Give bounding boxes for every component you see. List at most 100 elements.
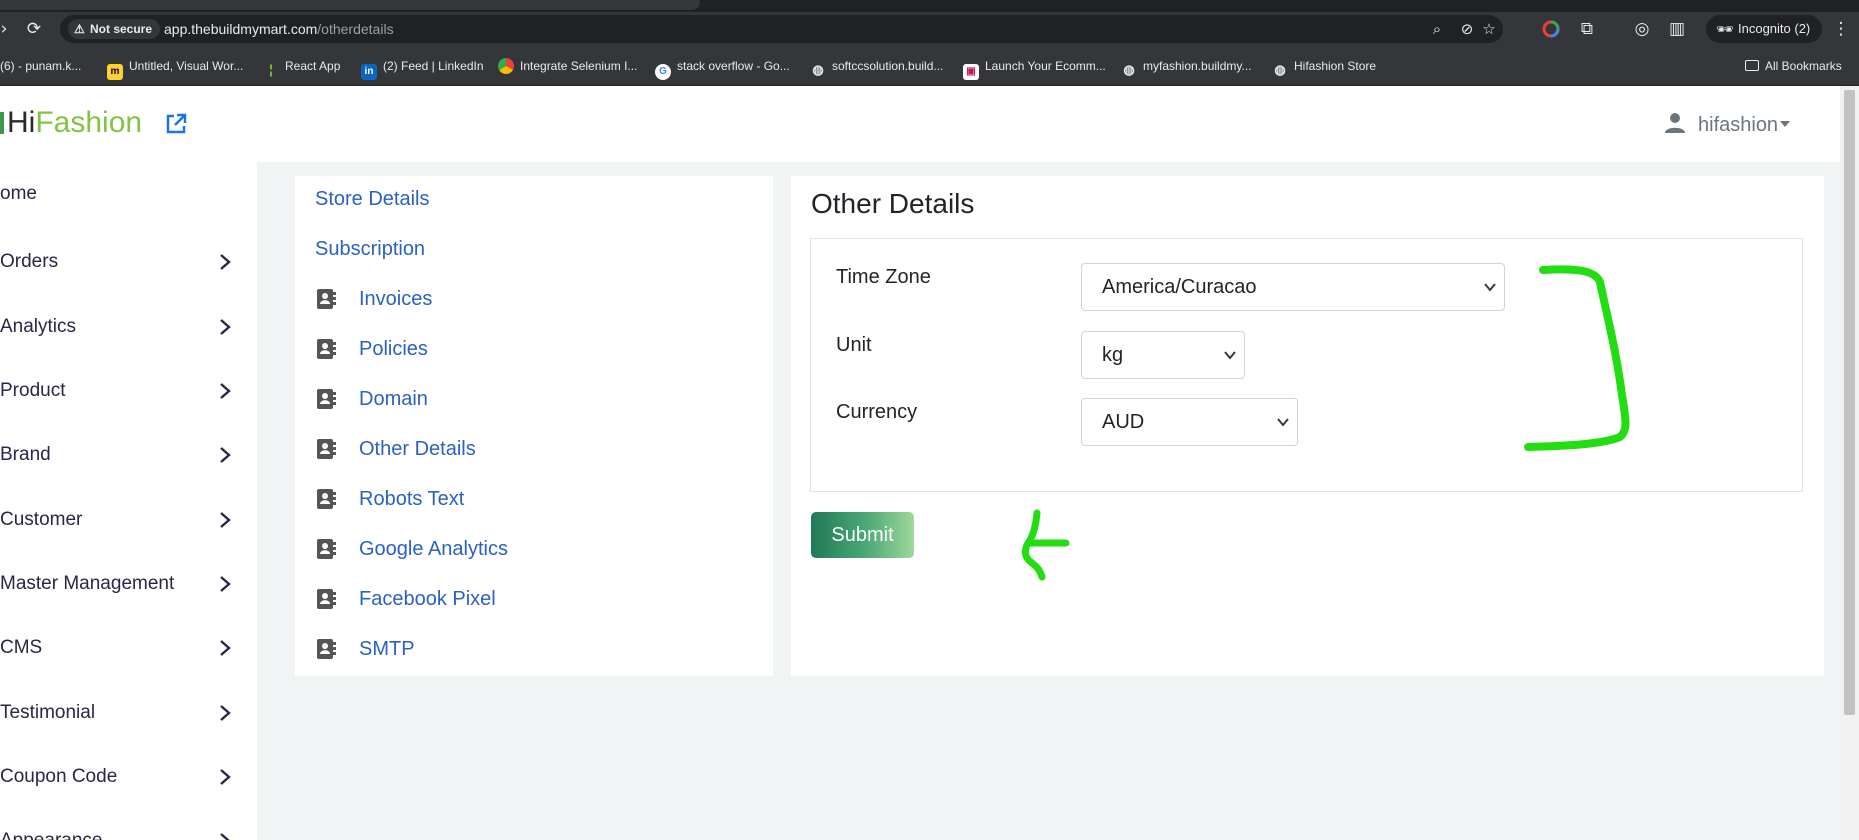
browser-active-tab[interactable] <box>0 0 700 10</box>
bookmark-item[interactable]: ◍ softccsolution.build... <box>810 46 943 86</box>
user-menu-toggle[interactable]: hifashion <box>1664 112 1791 138</box>
bookmark-label: React App <box>285 59 341 73</box>
nav-link-label: Domain <box>359 388 428 410</box>
address-card-icon <box>317 589 336 609</box>
extensions-icon[interactable]: ⧉ <box>1575 17 1599 41</box>
sidebar-item-testimonial[interactable]: Testimonial <box>0 693 257 733</box>
address-card-icon <box>317 539 336 559</box>
chevron-right-icon <box>220 383 231 399</box>
bookmark-item[interactable]: ◍ myfashion.buildmy... <box>1121 46 1251 86</box>
page-scrollbar[interactable] <box>1840 86 1859 840</box>
sidebar-item-appearance[interactable]: Appearance <box>0 821 257 840</box>
bookmark-item[interactable]: ▣ Launch Your Ecomm... <box>963 46 1106 86</box>
sidebar-item-product[interactable]: Product <box>0 371 257 411</box>
scrollbar-thumb[interactable] <box>1844 90 1855 715</box>
chevron-right-icon <box>220 576 231 592</box>
zoom-icon[interactable]: ⌕ <box>1427 19 1447 39</box>
settings-nav-panel: Store Details Subscription Invoices Poli… <box>295 176 773 676</box>
chevron-right-icon <box>220 447 231 463</box>
sidebar-item-brand[interactable]: Brand <box>0 435 257 475</box>
chevron-right-icon <box>220 319 231 335</box>
folder-icon <box>1745 60 1759 71</box>
sidebar-item-master-management[interactable]: Master Management <box>0 564 257 604</box>
menu-kebab-icon[interactable]: ⋮ <box>1829 17 1853 41</box>
sidebar-item-customer[interactable]: Customer <box>0 500 257 540</box>
chevron-right-icon <box>220 512 231 528</box>
brand-logo[interactable]: HiFashion <box>0 106 142 140</box>
sidebar-item-orders[interactable]: Orders <box>0 242 257 282</box>
incognito-badge[interactable]: 🕶 Incognito (2) <box>1706 15 1823 43</box>
timezone-label: Time Zone <box>836 266 931 288</box>
color-picker-extension-icon[interactable] <box>1539 17 1563 41</box>
address-bar[interactable]: ⚠ Not secure app.thebuildmymart.com/othe… <box>60 15 1503 43</box>
sidebar-item-label: Brand <box>0 444 51 465</box>
sidebar-item-cms[interactable]: CMS <box>0 628 257 668</box>
url-host: app.thebuildmymart.com <box>164 21 318 37</box>
not-secure-badge[interactable]: ⚠ Not secure <box>68 19 161 39</box>
other-details-card: Other Details Time Zone America/Curacao … <box>791 176 1824 676</box>
currency-select[interactable]: AUD <box>1081 398 1298 446</box>
browser-tab-strip <box>0 0 1859 12</box>
globe-icon: ◍ <box>1123 62 1135 77</box>
sidebar-item-label: Customer <box>0 509 83 530</box>
submit-button[interactable]: Submit <box>811 512 914 558</box>
forward-icon[interactable]: › <box>0 17 16 41</box>
sidebar-item-home[interactable]: ome <box>0 174 257 214</box>
bookmark-label: (6) - punam.k... <box>0 59 82 73</box>
nav-link-store-details[interactable]: Store Details <box>315 185 430 213</box>
nav-link-label: Store Details <box>315 188 430 210</box>
address-card-icon <box>317 439 336 459</box>
eye-off-icon[interactable]: ⊘ <box>1457 19 1477 39</box>
incognito-label: Incognito (2) <box>1738 21 1811 36</box>
bookmark-item[interactable]: m Untitled, Visual Wor... <box>107 46 243 86</box>
currency-label: Currency <box>836 401 918 423</box>
unit-select[interactable]: kg <box>1081 331 1245 379</box>
chevron-down-icon <box>1277 418 1289 427</box>
bookmarks-bar: (6) - punam.k... m Untitled, Visual Wor..… <box>0 46 1859 86</box>
performance-icon[interactable]: ◎ <box>1630 17 1654 41</box>
address-card-icon <box>317 639 336 659</box>
caret-down-icon <box>1780 121 1791 127</box>
globe-icon: ◍ <box>1274 62 1286 77</box>
external-link-icon[interactable] <box>164 112 188 136</box>
sidebar-item-label: ome <box>0 183 37 204</box>
warning-icon: ⚠ <box>74 22 85 36</box>
bookmark-label: Launch Your Ecomm... <box>985 59 1106 73</box>
bookmark-item[interactable]: Integrate Selenium I... <box>498 46 637 86</box>
miro-icon: m <box>107 64 123 80</box>
sidebar-item-coupon-code[interactable]: Coupon Code <box>0 757 257 797</box>
chevron-down-icon <box>1484 283 1496 292</box>
brand-hi: Hi <box>7 106 36 139</box>
bookmark-item[interactable]: ◍ Hifashion Store <box>1272 46 1376 86</box>
nav-link-label: SMTP <box>359 638 415 660</box>
sidebar-item-analytics[interactable]: Analytics <box>0 307 257 347</box>
nav-link-label: Robots Text <box>359 488 465 510</box>
address-card-icon <box>317 389 336 409</box>
url-text[interactable]: app.thebuildmymart.com/otherdetails <box>164 21 394 37</box>
nav-link-label: Google Analytics <box>359 538 508 560</box>
all-bookmarks-button[interactable]: All Bookmarks <box>1745 46 1842 86</box>
timezone-select[interactable]: America/Curacao <box>1081 263 1505 311</box>
nav-link-label: Facebook Pixel <box>359 588 496 610</box>
store-icon: ▣ <box>963 64 979 80</box>
bookmark-label: Hifashion Store <box>1294 59 1377 73</box>
nav-link-label: Other Details <box>359 438 476 460</box>
timezone-value: America/Curacao <box>1102 276 1257 298</box>
bookmark-item[interactable]: (6) - punam.k... <box>0 46 81 86</box>
bookmark-item[interactable]: in (2) Feed | LinkedIn <box>361 46 484 86</box>
reload-icon[interactable]: ⟳ <box>22 17 46 41</box>
bookmark-item[interactable]: Gstack overflow - Go... <box>655 46 790 86</box>
all-bookmarks-label: All Bookmarks <box>1765 59 1842 73</box>
currency-value: AUD <box>1102 411 1145 433</box>
nav-link-label: Subscription <box>315 238 426 260</box>
nav-link-subscription[interactable]: Subscription <box>315 235 425 263</box>
nav-link-label: Policies <box>359 338 428 360</box>
other-details-form: Time Zone America/Curacao Unit kg Curren… <box>810 238 1803 492</box>
bookmark-item[interactable]: ¦ React App <box>263 46 340 86</box>
sidebar: ome Orders Analytics Product Brand Custo… <box>0 162 257 840</box>
side-panel-icon[interactable]: ▥ <box>1665 17 1689 41</box>
globe-icon: ◍ <box>812 62 824 77</box>
brand-fashion: Fashion <box>35 106 143 139</box>
address-card-icon <box>317 289 336 309</box>
star-icon[interactable]: ☆ <box>1479 19 1499 39</box>
